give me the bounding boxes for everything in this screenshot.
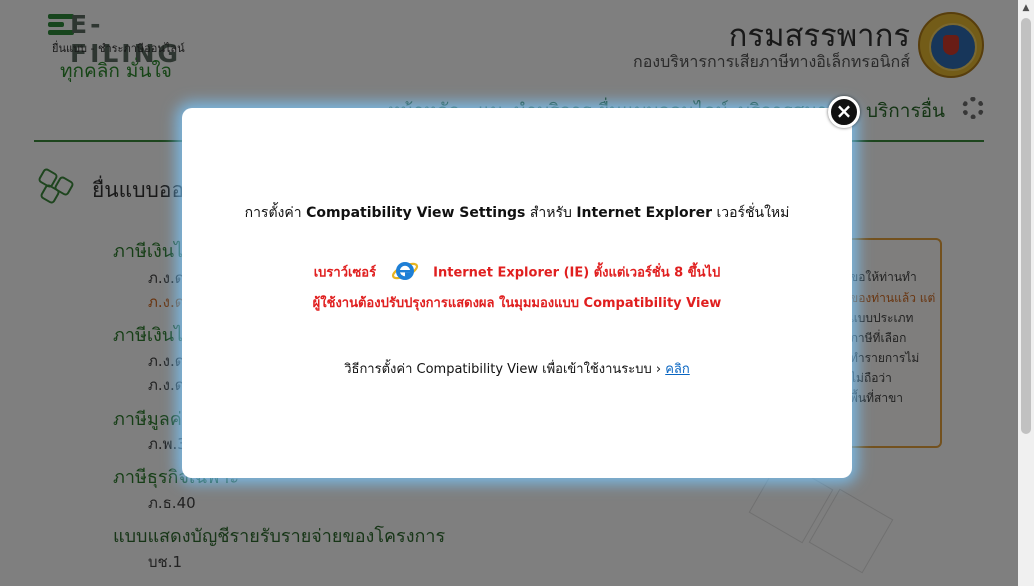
heading-mid: สำหรับ: [529, 205, 572, 221]
heading-prefix: การตั้งค่า: [244, 205, 302, 221]
internet-explorer-icon: [391, 262, 418, 280]
compatibility-view-modal: การตั้งค่า Compatibility View Settings ส…: [182, 108, 852, 478]
browser-label: เบราว์เซอร์: [313, 265, 377, 281]
scroll-up-arrow-icon[interactable]: ▲: [1018, 0, 1034, 16]
vertical-scrollbar[interactable]: ▲: [1018, 0, 1034, 586]
instruction-arrow-icon: ›: [655, 362, 662, 377]
heading-compat-settings: Compatibility View Settings: [306, 205, 526, 221]
scrollbar-thumb[interactable]: [1021, 18, 1031, 434]
heading-suffix: เวอร์ชั่นใหม่: [716, 205, 790, 221]
browser-requirement-line: เบราว์เซอร์ Internet Explorer (IE) ตั้งแ…: [182, 260, 852, 286]
compat-view-requirement: ผู้ใช้งานต้องปรับปรุงการแสดงผล ในมุมมองแ…: [312, 296, 722, 311]
ie-version-requirement: Internet Explorer (IE) ตั้งแต่เวอร์ชั่น …: [433, 265, 721, 281]
instruction-line: วิธีการตั้งค่า Compatibility View เพื่อเ…: [182, 358, 852, 379]
heading-ie: Internet Explorer: [576, 205, 712, 221]
modal-heading: การตั้งค่า Compatibility View Settings ส…: [182, 202, 852, 224]
instruction-text: วิธีการตั้งค่า Compatibility View เพื่อเ…: [344, 362, 652, 377]
instruction-link[interactable]: คลิก: [665, 362, 690, 377]
close-modal-button[interactable]: ×: [828, 96, 860, 128]
